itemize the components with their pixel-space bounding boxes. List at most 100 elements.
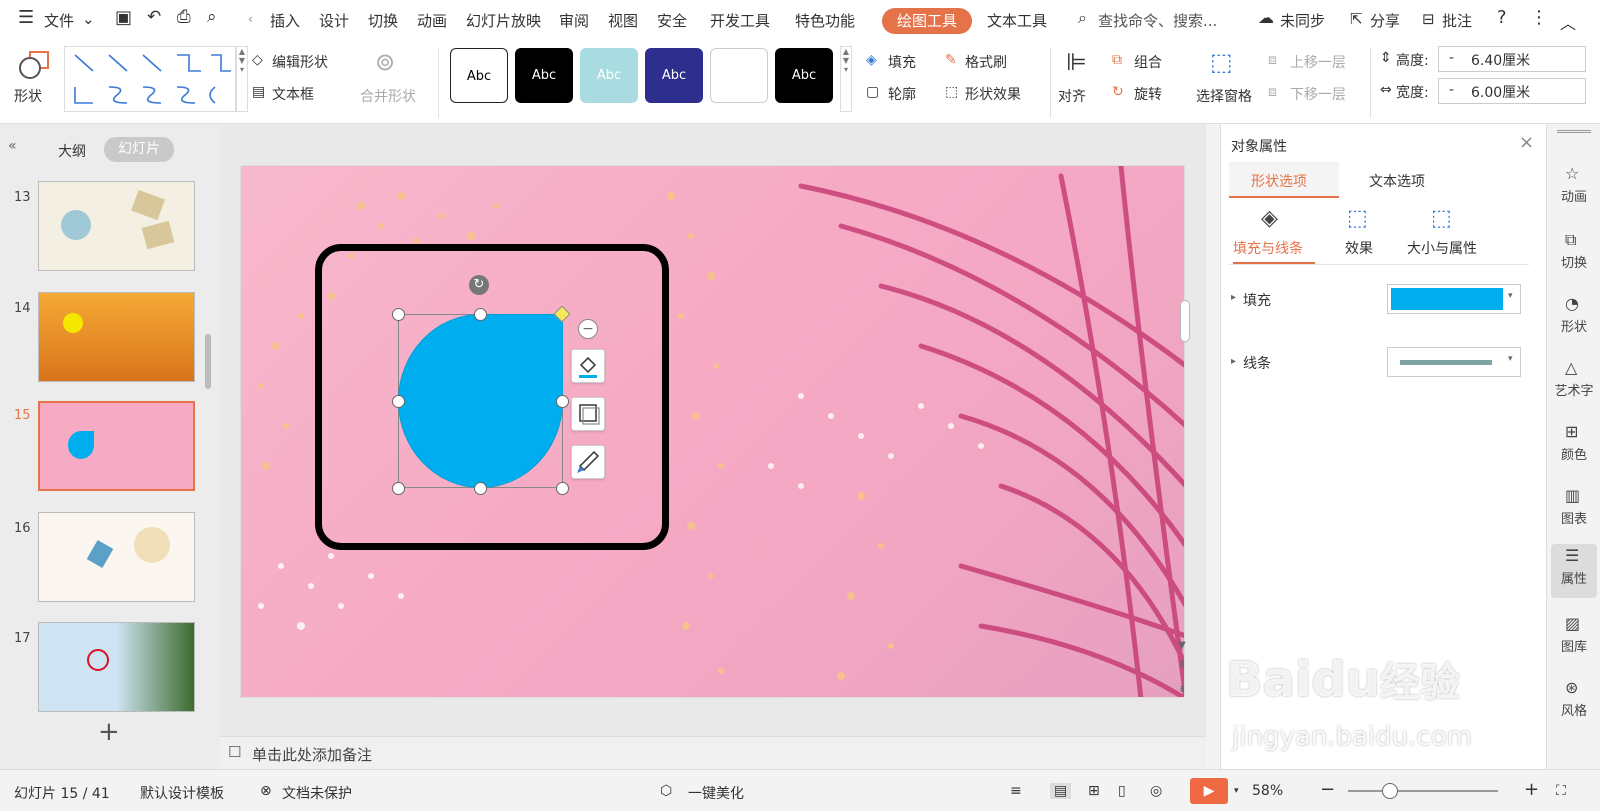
protection-status[interactable]: 文档未保护 [282,783,352,803]
sidebar-shape[interactable]: ◔ 形状 [1547,294,1600,335]
gallery-scroll[interactable]: ▲ ▼ ▾ [236,46,248,112]
zoom-level[interactable]: 58% [1252,783,1283,799]
menu-file[interactable]: 文件 [44,10,74,31]
width-value[interactable]: 6.00厘米 [1471,82,1530,102]
preview-icon[interactable]: ⌕ [207,7,217,27]
rotate-handle-icon[interactable]: ↻ [469,275,489,295]
tab-view[interactable]: 视图 [608,10,638,31]
slide-thumbnail-17[interactable] [38,622,195,712]
help-icon[interactable]: ? [1497,7,1507,28]
group-button[interactable]: 组合 [1134,52,1162,72]
resize-handle[interactable] [556,482,569,495]
fill-color-picker[interactable]: ▾ [1387,284,1521,314]
play-slideshow-icon[interactable]: ▶ [1190,778,1228,804]
align-button[interactable]: 对齐 [1058,86,1086,106]
textbox-button[interactable]: 文本框 [272,84,314,104]
resize-handle[interactable] [392,308,405,321]
collapse-ribbon-icon[interactable]: ︿ [1560,10,1576,34]
slide-thumbnail-16[interactable] [38,512,195,602]
panel-title[interactable]: 对象属性 [1231,136,1287,156]
comment-button[interactable]: 批注 [1442,10,1472,31]
search-input[interactable]: 查找命令、搜索... [1098,10,1217,31]
collapse-panel-icon[interactable]: « [8,138,17,154]
resize-handle[interactable] [392,482,405,495]
float-outline-icon[interactable] [571,397,605,431]
sidebar-style[interactable]: ⊛ 风格 [1547,678,1600,719]
send-backward-button[interactable]: 下移一层 [1290,84,1346,104]
teardrop-shape[interactable] [398,314,563,488]
merge-shape-button[interactable]: 合并形状 [360,86,416,106]
style-gallery-scroll[interactable]: ▲ ▼ ▾ [840,46,852,112]
share-button[interactable]: 分享 [1370,10,1400,31]
more-icon[interactable]: ⋮ [1530,7,1548,28]
resize-handle[interactable] [474,308,487,321]
style-preset-1[interactable]: Abc [450,48,508,103]
resize-handle[interactable] [474,482,487,495]
fill-section-label[interactable]: 填充 [1243,290,1271,310]
tab-developer[interactable]: 开发工具 [710,10,770,31]
slide-canvas[interactable]: ↻ − [240,165,1185,698]
zoom-slider-thumb[interactable] [1382,783,1398,799]
tab-effect[interactable]: 效果 [1345,238,1373,258]
notes-toggle-icon[interactable]: ≡ [1010,783,1022,799]
style-preset-3[interactable]: Abc [580,48,638,103]
reading-view-icon[interactable]: ▯ [1118,783,1126,799]
slide-thumbnail-15[interactable] [38,401,195,491]
collapse-float-icon[interactable]: − [578,319,598,339]
close-icon[interactable]: × [1519,132,1534,153]
outline-button[interactable]: 轮廓 [888,84,916,104]
style-preset-4[interactable]: Abc [645,48,703,103]
sync-status[interactable]: 未同步 [1280,10,1325,31]
height-decrement[interactable]: - [1449,50,1454,66]
edit-shape-button[interactable]: 编辑形状 [272,52,328,72]
height-value[interactable]: 6.40厘米 [1471,50,1530,70]
rotate-button[interactable]: 旋转 [1134,84,1162,104]
tab-outline[interactable]: 大纲 [58,141,86,161]
selection-pane-button[interactable]: 选择窗格 [1196,86,1252,106]
chevron-down-icon[interactable]: ⌄ [82,10,95,28]
sidebar-transition[interactable]: ⧉ 切换 [1547,230,1600,271]
panel-scrollbar[interactable] [205,334,211,389]
line-section-label[interactable]: 线条 [1243,353,1271,373]
sidebar-animation[interactable]: ☆ 动画 [1547,164,1600,205]
shape-button[interactable]: 形状 [14,86,42,106]
add-slide-button[interactable]: + [98,717,120,747]
expand-line-icon[interactable]: ▸ [1231,356,1236,367]
width-field[interactable]: - 6.00厘米 [1438,78,1586,104]
hamburger-icon[interactable]: ☰ [18,7,34,28]
line-gallery[interactable] [64,46,236,112]
tab-design[interactable]: 设计 [319,10,349,31]
slide-thumbnail-14[interactable] [38,292,195,382]
scroll-left-icon[interactable]: ‹ [248,12,253,26]
save-icon[interactable]: ▣ [115,7,132,28]
sidebar-properties[interactable]: ☰ 属性 [1547,546,1600,587]
fill-button[interactable]: 填充 [888,52,916,72]
float-format-painter-icon[interactable] [571,445,605,479]
tab-slideshow[interactable]: 幻灯片放映 [466,10,541,31]
bring-forward-button[interactable]: 上移一层 [1290,52,1346,72]
slide-thumbnail-13[interactable] [38,181,195,271]
presenter-view-icon[interactable]: ◎ [1150,783,1162,799]
tab-insert[interactable]: 插入 [270,10,300,31]
tab-size-properties[interactable]: 大小与属性 [1407,238,1477,258]
zoom-slider[interactable] [1348,790,1498,792]
tab-drawing-tools[interactable]: 绘图工具 [882,8,972,34]
beautify-button[interactable]: 一键美化 [688,783,744,803]
line-style-picker[interactable]: ▾ [1387,347,1521,377]
tab-transition[interactable]: 切换 [368,10,398,31]
tab-shape-options[interactable]: 形状选项 [1229,162,1339,198]
normal-view-icon[interactable]: ▤ [1050,783,1072,799]
tab-text-tools[interactable]: 文本工具 [987,10,1047,31]
width-decrement[interactable]: - [1449,82,1454,98]
print-icon[interactable]: ⎙ [177,7,191,27]
zoom-out-icon[interactable]: − [1320,779,1335,800]
sidebar-wordart[interactable]: △ 艺术字 [1547,358,1600,399]
prev-slide-icon[interactable]: ⇞ [1178,660,1186,671]
tab-special[interactable]: 特色功能 [795,10,855,31]
chevron-down-icon[interactable]: ▾ [1234,786,1239,796]
sidebar-chart[interactable]: ▥ 图表 [1547,486,1600,527]
tab-slides[interactable]: 幻灯片 [104,137,174,162]
resize-handle[interactable] [556,395,569,408]
float-fill-icon[interactable] [571,349,605,383]
tab-text-options[interactable]: 文本选项 [1369,171,1425,191]
